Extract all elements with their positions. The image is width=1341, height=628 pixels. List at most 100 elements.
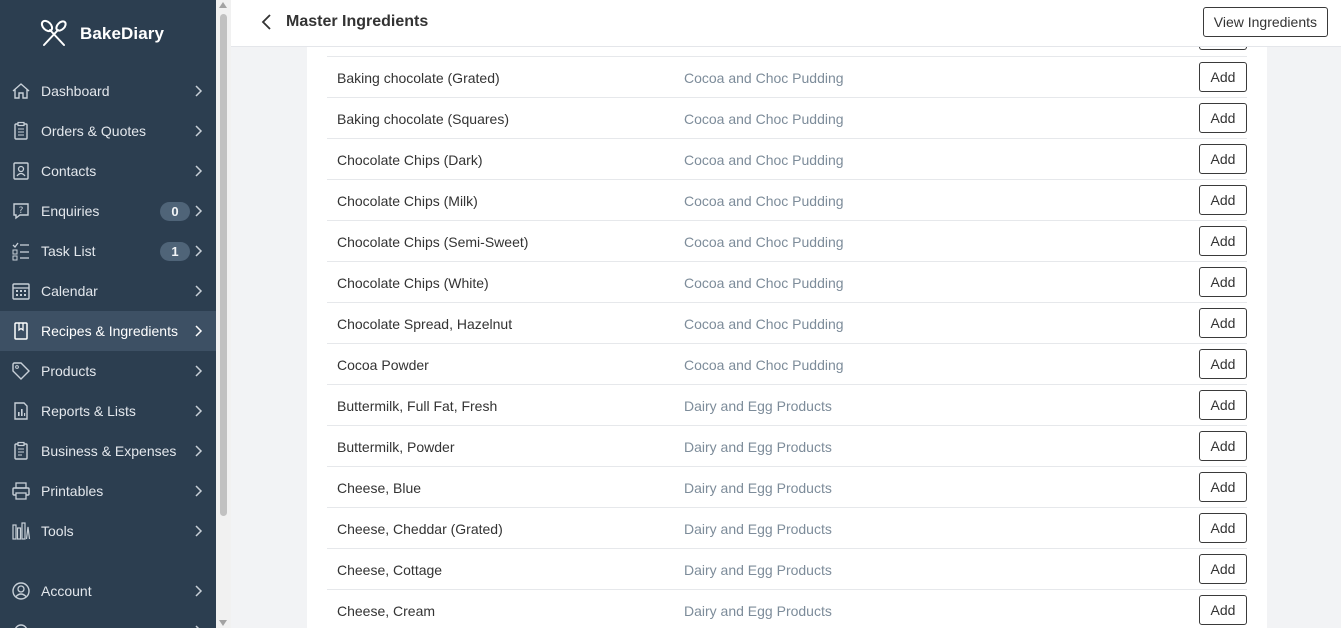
add-ingredient-button[interactable]: Add [1199,62,1247,92]
sidebar-item-label: Reports & Lists [41,403,136,419]
sidebar-item-label: Account [41,583,92,599]
ingredient-name: Chocolate Chips (Dark) [337,152,483,168]
app-name: BakeDiary [80,24,165,43]
chevron-right-icon [195,245,203,257]
contact-icon [10,160,32,182]
whisk-spoon-logo-icon [40,19,67,46]
ingredient-category: Dairy and Egg Products [684,521,832,537]
ingredient-category: Cocoa and Choc Pudding [684,234,844,250]
table-row: Cheese, Cheddar (Grated) Dairy and Egg Pr… [327,508,1247,549]
chevron-right-icon [195,485,203,497]
add-ingredient-button[interactable]: Add [1199,472,1247,502]
table-row: Cheese, Blue Dairy and Egg Products Add [327,467,1247,508]
question-icon: ? [10,200,32,222]
sidebar-item-label: Tools [41,523,74,539]
sidebar: BakeDiary Dashboard Orders & Quotes Cont… [0,0,216,628]
clipboard-icon [10,120,32,142]
sidebar-scrollbar[interactable] [216,0,231,628]
ingredient-category: Cocoa and Choc Pudding [684,111,844,127]
sidebar-item-calendar[interactable]: Calendar [0,271,216,311]
add-ingredient-button[interactable]: Add [1199,144,1247,174]
ingredient-category: Cocoa and Choc Pudding [684,193,844,209]
ingredient-name: Chocolate Chips (Milk) [337,193,478,209]
sidebar-item-label: Products [41,363,97,379]
sidebar-item-label: Dashboard [41,83,110,99]
sidebar-item-partial[interactable] [0,611,216,628]
book-icon [10,320,32,342]
add-ingredient-button[interactable]: Add [1199,390,1247,420]
sidebar-item-label: Recipes & Ingredients [41,323,178,339]
brand[interactable]: BakeDiary [38,18,164,50]
table-row: Cheese, Cottage Dairy and Egg Products Add [327,549,1247,590]
table-row: Chocolate Chips (Dark) Cocoa and Choc Pud… [327,139,1247,180]
add-ingredient-button[interactable]: Add [1199,103,1247,133]
add-ingredient-button[interactable]: Add [1199,308,1247,338]
chevron-right-icon [195,625,200,628]
tag-icon [10,360,32,382]
ingredient-name: Baking chocolate (Squares) [337,111,509,127]
ingredient-category: Dairy and Egg Products [684,603,832,619]
ingredient-category: Dairy and Egg Products [684,562,832,578]
chevron-right-icon [195,525,203,537]
ingredient-name: Cheese, Cottage [337,562,443,578]
sidebar-item-account[interactable]: Account [0,571,216,611]
ingredient-category: Cocoa and Choc Pudding [684,275,844,291]
enquiries-count-badge: 0 [160,202,190,221]
report-icon [10,400,32,422]
sidebar-item-tools[interactable]: Tools [0,511,216,551]
add-ingredient-button[interactable]: Add [1199,267,1247,297]
tools-icon [10,520,32,542]
sidebar-item-business-expenses[interactable]: Business & Expenses [0,431,216,471]
back-chevron-icon[interactable] [257,12,277,32]
table-row: Cheese, Cream Dairy and Egg Products Add [327,590,1247,628]
page-header: Master Ingredients View Ingredients [231,0,1341,47]
ingredient-category: Dairy and Egg Products [684,439,832,455]
sidebar-item-label: Calendar [41,283,98,299]
sidebar-item-label: Contacts [41,163,97,179]
ingredient-name: Cocoa Powder [337,357,429,373]
ingredient-name: Cheese, Cheddar (Grated) [337,521,503,537]
chevron-right-icon [195,205,203,217]
table-row: Baking chocolate (Grated) Cocoa and Choc … [327,57,1247,98]
add-ingredient-button[interactable]: Add [1199,185,1247,215]
ingredient-category: Cocoa and Choc Pudding [684,316,844,332]
view-ingredients-button[interactable]: View Ingredients [1202,7,1328,37]
sidebar-item-task-list[interactable]: Task List 1 [0,231,216,271]
partial-add-button[interactable] [1199,47,1247,50]
sidebar-item-printables[interactable]: Printables [0,471,216,511]
chevron-right-icon [195,325,203,337]
scroll-down-arrow-icon[interactable] [219,620,227,626]
add-ingredient-button[interactable]: Add [1199,226,1247,256]
add-ingredient-button[interactable]: Add [1199,431,1247,461]
ingredients-panel: Baking chocolate (Grated) Cocoa and Choc … [307,47,1267,628]
add-ingredient-button[interactable]: Add [1199,349,1247,379]
add-ingredient-button[interactable]: Add [1199,595,1247,625]
table-row: Baking chocolate (Squares) Cocoa and Choc… [327,98,1247,139]
add-ingredient-button[interactable]: Add [1199,554,1247,584]
sidebar-item-enquiries[interactable]: ? Enquiries 0 [0,191,216,231]
user-circle-icon [10,580,32,602]
task-count-badge: 1 [160,242,190,261]
sidebar-item-orders-quotes[interactable]: Orders & Quotes [0,111,216,151]
ingredient-name: Baking chocolate (Grated) [337,70,500,86]
chevron-right-icon [195,125,203,137]
chevron-right-icon [195,405,203,417]
sidebar-item-recipes-ingredients[interactable]: Recipes & Ingredients [0,311,216,351]
table-row: Chocolate Spread, Hazelnut Cocoa and Choc… [327,303,1247,344]
chevron-right-icon [195,285,203,297]
sidebar-item-reports-lists[interactable]: Reports & Lists [0,391,216,431]
add-ingredient-button[interactable]: Add [1199,513,1247,543]
scroll-up-arrow-icon[interactable] [219,2,227,8]
sidebar-item-label: Task List [41,243,96,259]
sidebar-item-dashboard[interactable]: Dashboard [0,71,216,111]
sidebar-item-products[interactable]: Products [0,351,216,391]
ingredient-category: Cocoa and Choc Pudding [684,70,844,86]
svg-text:?: ? [19,206,24,216]
scrollbar-thumb[interactable] [220,14,227,516]
sidebar-item-contacts[interactable]: Contacts [0,151,216,191]
chevron-right-icon [195,165,203,177]
ingredient-name: Buttermilk, Full Fat, Fresh [337,398,498,414]
ingredient-category: Dairy and Egg Products [684,480,832,496]
sidebar-item-label: Orders & Quotes [41,123,147,139]
